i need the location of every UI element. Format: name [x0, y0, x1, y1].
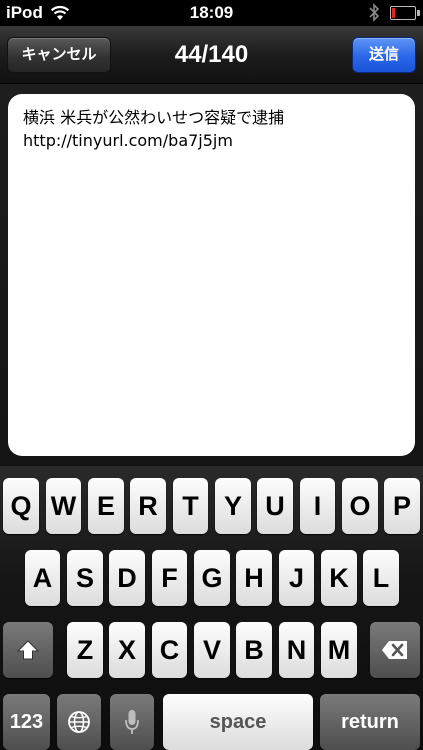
bluetooth-icon — [369, 3, 380, 22]
key-r[interactable]: R — [130, 478, 166, 534]
key-h[interactable]: H — [236, 550, 272, 606]
key-y[interactable]: Y — [215, 478, 251, 534]
microphone-key[interactable] — [110, 694, 154, 750]
microphone-icon — [125, 710, 139, 734]
key-t[interactable]: T — [173, 478, 208, 534]
clock: 18:09 — [189, 3, 234, 22]
globe-icon — [68, 711, 90, 733]
return-key[interactable]: return — [320, 694, 420, 750]
key-x[interactable]: X — [109, 622, 145, 678]
key-e[interactable]: E — [88, 478, 124, 534]
globe-key[interactable] — [57, 694, 101, 750]
send-button[interactable]: 送信 — [352, 37, 416, 73]
key-d[interactable]: D — [109, 550, 145, 606]
space-key[interactable]: space — [163, 694, 313, 750]
delete-icon — [382, 641, 407, 659]
key-m[interactable]: M — [321, 622, 357, 678]
key-l[interactable]: L — [363, 550, 399, 606]
tweet-text-line: 横浜 米兵が公然わいせつ容疑で逮捕 — [23, 108, 285, 127]
key-u[interactable]: U — [257, 478, 293, 534]
delete-key[interactable] — [370, 622, 420, 678]
key-f[interactable]: F — [152, 550, 187, 606]
key-a[interactable]: A — [25, 550, 60, 606]
key-p[interactable]: P — [384, 478, 420, 534]
key-k[interactable]: K — [321, 550, 357, 606]
key-c[interactable]: C — [152, 622, 187, 678]
key-q[interactable]: Q — [3, 478, 39, 534]
compose-navbar: キャンセル 44/140 送信 — [0, 26, 423, 84]
battery-level — [392, 8, 395, 18]
key-o[interactable]: O — [342, 478, 378, 534]
battery-icon — [390, 6, 420, 20]
key-s[interactable]: S — [67, 550, 103, 606]
key-b[interactable]: B — [236, 622, 272, 678]
key-j[interactable]: J — [279, 550, 314, 606]
tweet-link-line: http://tinyurl.com/ba7j5jm — [23, 131, 233, 150]
key-w[interactable]: W — [46, 478, 81, 534]
key-i[interactable]: I — [300, 478, 335, 534]
shift-key[interactable] — [3, 622, 53, 678]
key-v[interactable]: V — [194, 622, 230, 678]
key-z[interactable]: Z — [67, 622, 103, 678]
key-n[interactable]: N — [279, 622, 314, 678]
cancel-button[interactable]: キャンセル — [7, 37, 111, 73]
shift-icon — [16, 640, 40, 660]
keyboard: Q W E R T Y U I O P A S D F G H J K L Z … — [0, 466, 423, 750]
status-bar: iPod 18:09 — [0, 0, 423, 26]
numbers-key[interactable]: 123 — [3, 694, 50, 750]
tweet-text-field[interactable]: 横浜 米兵が公然わいせつ容疑で逮捕 http://tinyurl.com/ba7… — [8, 94, 415, 456]
key-g[interactable]: G — [194, 550, 230, 606]
